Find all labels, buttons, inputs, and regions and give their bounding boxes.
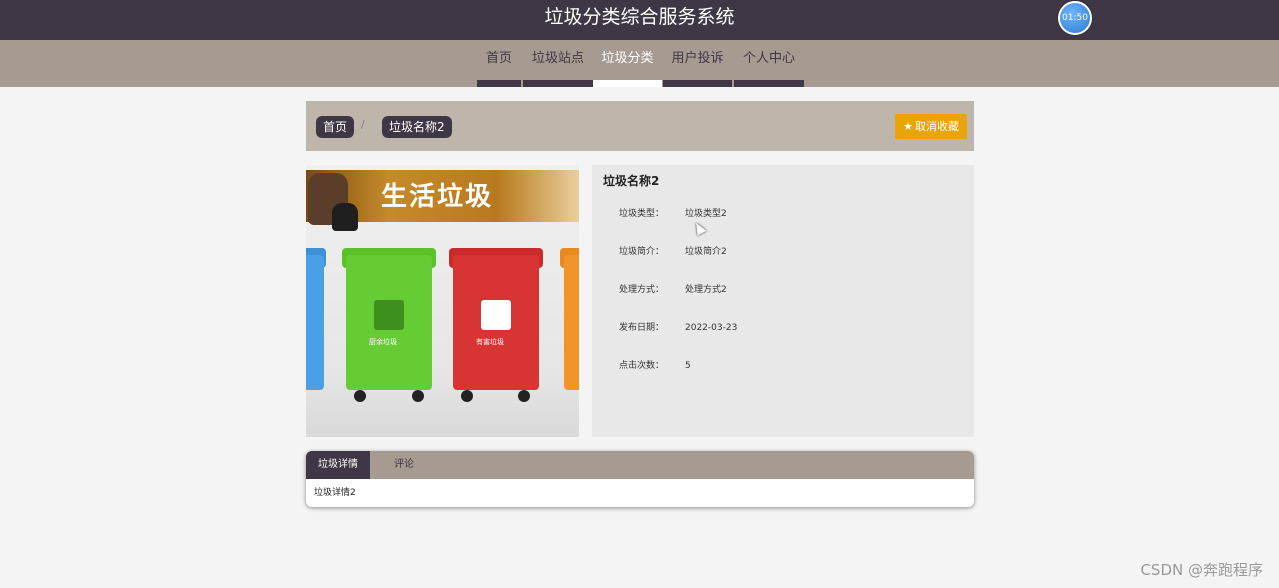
info-row-method: 处理方式： 处理方式2 [592,282,974,298]
unfavorite-button-label: 取消收藏 [915,120,959,133]
top-header: 垃圾分类综合服务系统 01:50 [0,0,1279,40]
info-row-clicks: 点击次数： 5 [592,358,974,374]
nav-item-home[interactable]: 首页 [477,40,521,87]
detail-tabs: 垃圾详情 评论 垃圾详情2 [306,451,974,507]
breadcrumb-home[interactable]: 首页 [316,116,355,138]
bin-red: 有害垃圾 [453,255,539,390]
kitchen-waste-icon [374,300,404,330]
info-row-intro: 垃圾简介： 垃圾简介2 [592,244,974,260]
info-key: 垃圾简介： [619,247,665,257]
info-value: 处理方式2 [685,285,727,295]
bin-blue [306,255,324,390]
watermark: CSDN @奔跑程序 [1140,561,1263,579]
info-key: 发布日期： [619,323,665,333]
breadcrumb: 首页 / 垃圾名称2 ★ 取消收藏 [306,101,974,151]
nav-item-label: 垃圾站点 [531,51,584,66]
hazardous-waste-icon [481,300,511,330]
info-row-date: 发布日期： 2022-03-23 [592,320,974,336]
bin-label-red: 有害垃圾 [476,338,504,346]
nav-item-label: 首页 [485,51,512,66]
item-info-panel: 垃圾名称2 垃圾类型： 垃圾类型2 垃圾简介： 垃圾简介2 处理方式： 处理方式… [592,165,974,437]
info-row-type: 垃圾类型： 垃圾类型2 [592,206,974,222]
info-value: 垃圾简介2 [685,247,727,257]
info-value: 2022-03-23 [685,323,738,333]
main-nav: 首页 垃圾站点 垃圾分类 用户投诉 个人中心 [0,40,1279,87]
image-banner-text: 生活垃圾 [381,182,494,212]
info-value: 5 [685,361,691,371]
clock-widget[interactable]: 01:50 [1058,1,1092,35]
info-value: 垃圾类型2 [685,209,727,219]
breadcrumb-separator: / [361,118,365,131]
tab-details[interactable]: 垃圾详情 [306,451,370,479]
bin-orange [564,255,579,390]
info-key: 处理方式： [619,285,665,295]
star-icon: ★ [903,120,913,133]
bin-green: 厨余垃圾 [346,255,432,390]
item-title: 垃圾名称2 [603,174,660,188]
breadcrumb-current[interactable]: 垃圾名称2 [382,116,452,138]
nav-item-classification[interactable]: 垃圾分类 [593,40,662,87]
bin-label-green: 厨余垃圾 [369,338,397,346]
tab-content: 垃圾详情2 [314,488,356,498]
nav-item-label: 个人中心 [742,51,795,66]
item-image: 生活垃圾 厨余垃圾 有害垃圾 [306,165,579,437]
nav-item-complaints[interactable]: 用户投诉 [663,40,732,87]
nav-item-stations[interactable]: 垃圾站点 [523,40,593,87]
unfavorite-button[interactable]: ★ 取消收藏 [895,114,967,139]
tab-comments[interactable]: 评论 [370,451,438,479]
trash-bag-graphic [332,203,358,231]
nav-item-profile[interactable]: 个人中心 [734,40,804,87]
info-key: 垃圾类型： [619,209,665,219]
nav-item-label: 垃圾分类 [601,51,654,66]
info-key: 点击次数： [619,361,665,371]
nav-item-label: 用户投诉 [671,51,724,66]
tabs-header: 垃圾详情 评论 [306,451,974,479]
